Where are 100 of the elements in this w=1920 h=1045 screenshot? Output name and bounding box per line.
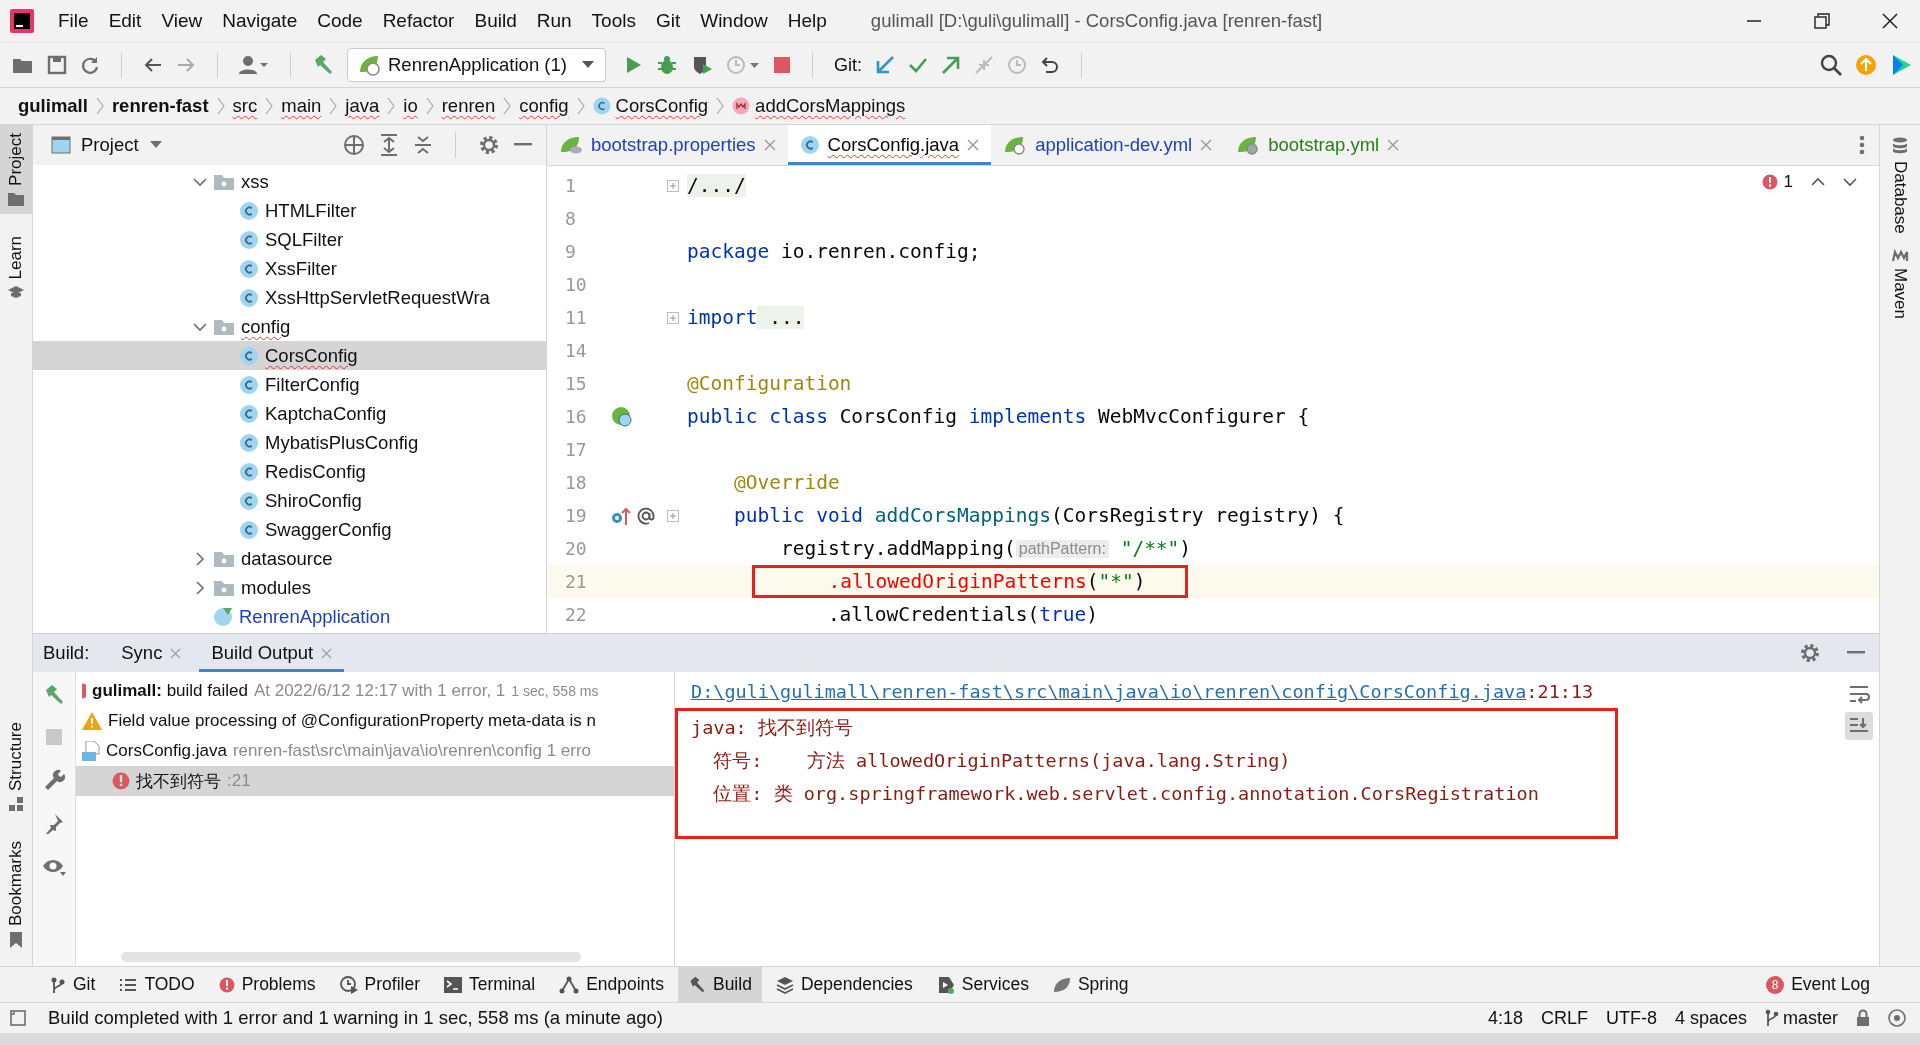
editor-tab[interactable]: application-dev.yml: [991, 125, 1225, 165]
breadcrumb[interactable]: io: [403, 95, 418, 117]
menu-item[interactable]: File: [48, 10, 99, 32]
tool-window-button[interactable]: Problems: [208, 967, 326, 1002]
tool-window-button[interactable]: Dependencies: [765, 967, 923, 1002]
menu-item[interactable]: Git: [645, 10, 691, 32]
search-icon[interactable]: [1820, 54, 1842, 76]
file-link[interactable]: D:\guli\gulimall\renren-fast\src\main\java\io\renren\config\CorsConfig.java: [691, 681, 1527, 702]
stop-icon[interactable]: [772, 56, 791, 74]
editor-tab[interactable]: bootstrap.yml: [1224, 125, 1412, 165]
menu-item[interactable]: Navigate: [212, 10, 308, 32]
breadcrumb[interactable]: config: [519, 95, 569, 117]
tree-item[interactable]: HTMLFilter: [265, 199, 357, 222]
error-count[interactable]: 1: [1761, 172, 1793, 192]
scrollbar[interactable]: [121, 952, 581, 962]
pin-icon[interactable]: [43, 812, 65, 834]
breadcrumb[interactable]: addCorsMappings: [755, 95, 906, 117]
tool-window-button[interactable]: Profiler: [329, 967, 430, 1002]
breadcrumb[interactable]: gulimall: [18, 95, 88, 117]
build-message[interactable]: gulimall: build failed: [92, 681, 248, 701]
tree-item[interactable]: KaptchaConfig: [265, 402, 387, 425]
spring-bean-icon[interactable]: [611, 405, 633, 428]
chevron-icon[interactable]: [193, 580, 207, 595]
tool-window-button[interactable]: Services: [926, 967, 1039, 1002]
tree-item[interactable]: CorsConfig: [265, 344, 358, 367]
undo-icon[interactable]: [1039, 55, 1060, 75]
hammer-icon[interactable]: [43, 684, 65, 706]
tree-item[interactable]: XssHttpServletRequestWra: [265, 286, 490, 309]
build-message[interactable]: Field value processing of @ConfigurationProperty meta-data is n: [108, 711, 596, 731]
minimize-panel-icon[interactable]: [1847, 651, 1865, 655]
status-item[interactable]: UTF-8: [1605, 1007, 1657, 1029]
tree-item[interactable]: datasource: [241, 547, 333, 570]
breadcrumb[interactable]: CorsConfig: [615, 95, 709, 117]
minimize-panel-icon[interactable]: [514, 143, 532, 147]
git-branch[interactable]: master: [1765, 1007, 1838, 1029]
close-icon[interactable]: [1882, 13, 1898, 29]
tool-window-tab[interactable]: Maven: [1890, 247, 1910, 319]
scroll-to-end-button[interactable]: [1845, 712, 1873, 740]
soft-wrap-icon[interactable]: [1848, 684, 1870, 704]
menu-item[interactable]: Code: [307, 10, 373, 32]
tool-window-button[interactable]: Spring: [1042, 967, 1139, 1002]
menu-item[interactable]: Run: [526, 10, 582, 32]
tree-item[interactable]: ShiroConfig: [265, 489, 362, 512]
tool-window-tab[interactable]: Learn: [0, 227, 32, 308]
menu-item[interactable]: Help: [777, 10, 837, 32]
lock-icon[interactable]: [1856, 1009, 1870, 1027]
menu-item[interactable]: Build: [464, 10, 527, 32]
expand-all-icon[interactable]: [379, 134, 399, 156]
menu-item[interactable]: View: [151, 10, 213, 32]
update-arrow-icon[interactable]: [874, 55, 895, 75]
push-arrow-icon[interactable]: [940, 55, 961, 75]
inspector-icon[interactable]: [1888, 1009, 1906, 1027]
menu-item[interactable]: Window: [690, 10, 778, 32]
save-icon[interactable]: [47, 55, 67, 75]
tool-window-button[interactable]: TODO: [109, 967, 205, 1002]
tool-window-tab[interactable]: Project: [0, 125, 32, 214]
hammer-icon[interactable]: [312, 54, 334, 76]
tree-item[interactable]: FilterConfig: [265, 373, 360, 396]
tool-window-button[interactable]: Build: [677, 967, 762, 1002]
tool-window-button[interactable]: Terminal: [434, 967, 546, 1002]
breadcrumb[interactable]: renren: [441, 95, 496, 117]
breadcrumb[interactable]: src: [232, 95, 258, 117]
annotation-icon[interactable]: [637, 506, 655, 525]
user-icon[interactable]: [239, 55, 269, 75]
panel-tab[interactable]: Sync: [109, 634, 194, 672]
build-message[interactable]: 找不到符号: [136, 769, 221, 793]
status-item[interactable]: 4:18: [1487, 1007, 1523, 1029]
tool-window-button[interactable]: Endpoints: [549, 967, 674, 1002]
editor-tab[interactable]: bootstrap.properties: [547, 125, 788, 165]
menu-item[interactable]: Tools: [581, 10, 646, 32]
plugin-logo-icon[interactable]: [1890, 54, 1912, 76]
bug-icon[interactable]: [655, 54, 678, 76]
sync-icon[interactable]: [80, 55, 100, 75]
override-icon[interactable]: [611, 505, 631, 526]
next-icon[interactable]: [1843, 177, 1857, 187]
breadcrumb[interactable]: java: [345, 95, 380, 117]
tool-window-tab[interactable]: Database: [1890, 137, 1910, 234]
tree-item[interactable]: MybatisPlusConfig: [265, 431, 419, 454]
tree-item[interactable]: RenrenApplication: [239, 605, 391, 628]
tool-window-tab[interactable]: Bookmarks: [0, 832, 32, 956]
project-view-dropdown[interactable]: Project: [51, 134, 163, 156]
run-configuration-dropdown[interactable]: RenrenApplication (1): [347, 48, 606, 82]
breadcrumb[interactable]: renren-fast: [111, 95, 209, 117]
settings-icon[interactable]: [478, 134, 500, 156]
wrench-icon[interactable]: [43, 768, 65, 790]
panel-toggle-icon[interactable]: [10, 1010, 26, 1026]
settings-icon[interactable]: [1799, 642, 1821, 664]
tool-window-tab[interactable]: Structure: [0, 714, 32, 819]
event-log-button[interactable]: 8 Event Log: [1756, 967, 1880, 1002]
breadcrumb[interactable]: main: [281, 95, 322, 117]
tree-item[interactable]: RedisConfig: [265, 460, 366, 483]
profiler-icon[interactable]: [725, 54, 760, 76]
tree-item[interactable]: modules: [241, 576, 311, 599]
status-item[interactable]: 4 spaces: [1674, 1007, 1747, 1029]
editor-tab[interactable]: CorsConfig.java: [787, 125, 992, 165]
tree-item[interactable]: SQLFilter: [265, 228, 344, 251]
tree-item[interactable]: xss: [241, 170, 269, 193]
menu-item[interactable]: Edit: [98, 10, 152, 32]
build-message[interactable]: CorsConfig.java: [106, 741, 227, 761]
restore-icon[interactable]: [1814, 13, 1830, 29]
